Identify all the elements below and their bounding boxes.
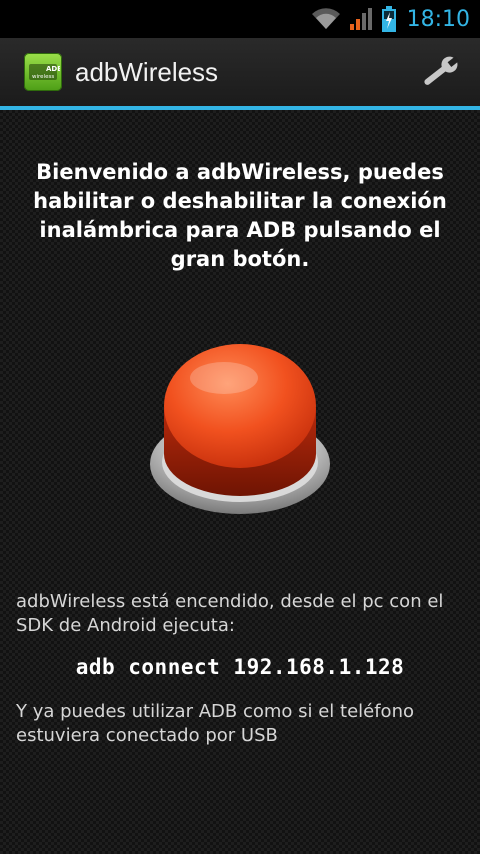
wrench-icon[interactable] bbox=[418, 54, 462, 95]
big-red-button bbox=[150, 344, 330, 514]
app-icon-text-top: ADB bbox=[46, 65, 60, 73]
adb-wireless-app-icon[interactable]: ADB wireless bbox=[24, 53, 62, 91]
hint-text: Y ya puedes utilizar ADB como si el telé… bbox=[16, 701, 414, 746]
status-bar: 18:10 bbox=[0, 0, 480, 38]
wifi-icon bbox=[311, 7, 341, 31]
adb-command: adb connect 192.168.1.128 bbox=[75, 655, 405, 679]
signal-icon bbox=[349, 7, 373, 31]
app-title: adbWireless bbox=[75, 56, 219, 87]
action-bar: ADB wireless adbWireless bbox=[0, 38, 480, 106]
battery-charging-icon bbox=[381, 6, 397, 32]
app-icon-text-bottom: wireless bbox=[32, 74, 54, 80]
welcome-text: Bienvenido a adbWireless, puedes habilit… bbox=[33, 160, 447, 271]
toggle-adb-wireless-button[interactable] bbox=[148, 342, 332, 518]
status-text: adbWireless está encendido, desde el pc … bbox=[16, 591, 444, 636]
clock: 18:10 bbox=[406, 6, 470, 32]
main-content: Bienvenido a adbWireless, puedes habilit… bbox=[0, 110, 480, 854]
